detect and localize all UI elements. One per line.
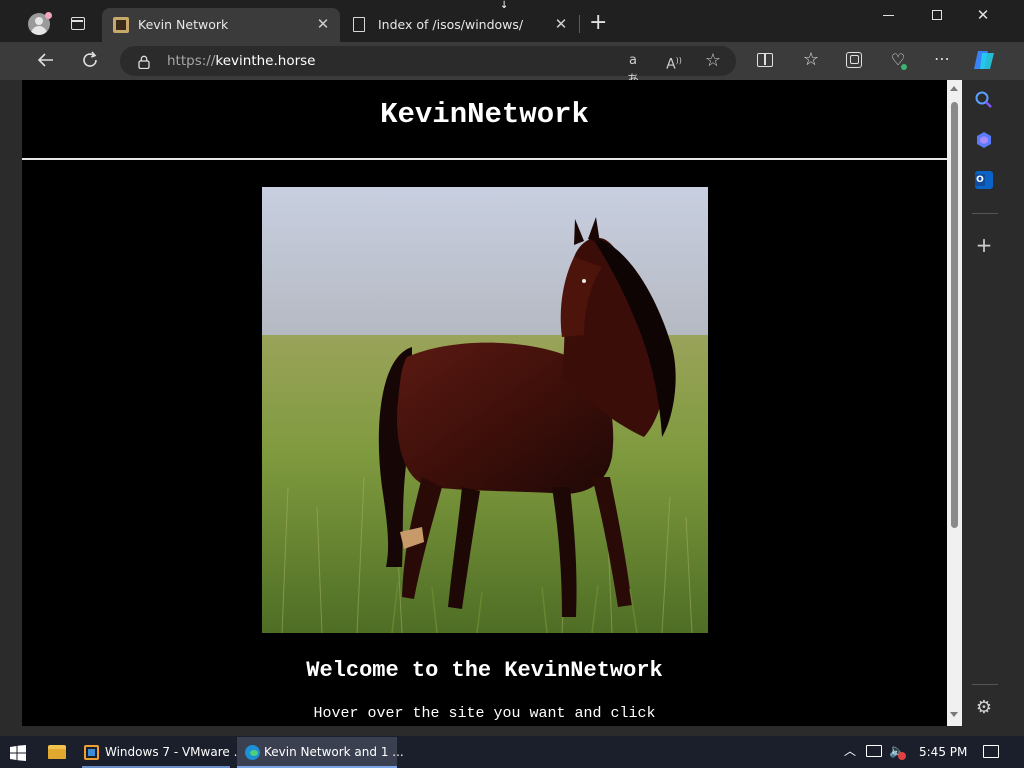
refresh-icon[interactable]	[80, 50, 100, 70]
close-tab-icon[interactable]: ✕	[314, 15, 332, 33]
browser-toolbar: https://kevinthe.horse aあ A)) ☆ ☆ ♡ ⋯	[0, 42, 1024, 88]
chevron-up-icon[interactable]: ︿	[843, 744, 857, 758]
content-bottom-border	[0, 726, 1024, 736]
gear-icon[interactable]: ⚙	[974, 698, 994, 718]
mute-badge	[898, 752, 906, 760]
file-explorer-icon[interactable]	[48, 745, 66, 759]
taskbar-app-label: Windows 7 - VMware ...	[105, 745, 246, 759]
tab-separator	[579, 15, 580, 33]
url-text[interactable]: https://kevinthe.horse	[167, 53, 315, 69]
title-divider	[22, 158, 947, 160]
tab-index-isos[interactable]: Index of /isos/windows/ ✕	[342, 8, 578, 42]
scroll-down-arrow-icon[interactable]	[950, 712, 958, 717]
window-minimize-icon[interactable]	[883, 15, 894, 16]
taskbar-clock[interactable]: 5:45 PM	[919, 745, 967, 759]
edge-icon	[245, 745, 260, 760]
vmware-icon	[84, 745, 99, 760]
profile-notification-dot	[45, 12, 52, 19]
taskbar-app-vmware[interactable]: Windows 7 - VMware ...	[78, 737, 245, 768]
more-icon[interactable]: ⋯	[932, 48, 952, 70]
tab-title: Index of /isos/windows/	[378, 17, 524, 32]
new-tab-plus-icon[interactable]: +	[589, 12, 607, 34]
tab-title: Kevin Network	[138, 17, 229, 32]
plus-icon[interactable]: +	[974, 235, 994, 255]
taskbar-app-edge[interactable]: Kevin Network and 1 ...	[237, 737, 404, 768]
window-close-icon[interactable]: ✕	[976, 6, 990, 24]
scroll-up-arrow-icon[interactable]	[950, 86, 958, 91]
url-host: kevinthe.horse	[215, 53, 316, 69]
vertical-scrollbar[interactable]	[947, 80, 962, 726]
sidebar-divider	[972, 213, 998, 214]
favorites-icon[interactable]: ☆	[800, 49, 822, 71]
windows-taskbar: Windows 7 - VMware ... Kevin Network and…	[0, 736, 1024, 768]
back-arrow-icon[interactable]	[36, 50, 56, 70]
search-icon[interactable]	[974, 90, 994, 110]
close-tab-icon[interactable]: ✕	[552, 15, 570, 33]
split-screen-icon[interactable]	[757, 53, 773, 67]
sidebar-divider	[972, 684, 998, 685]
window-maximize-icon[interactable]	[932, 10, 942, 20]
hover-instructions: Hover over the site you want and click	[313, 705, 656, 722]
address-bar[interactable]: https://kevinthe.horse aあ A)) ☆	[120, 46, 736, 88]
taskbar-app-label: Kevin Network and 1 ...	[264, 745, 404, 759]
scroll-thumb[interactable]	[951, 102, 958, 528]
translate-icon[interactable]: A))	[664, 51, 684, 73]
mouse-cursor: ↓	[500, 0, 509, 11]
collections-icon[interactable]	[846, 52, 862, 68]
edge-sidebar: O + ⚙	[962, 80, 1024, 726]
web-page: KevinNetwork Welcome to the KevinNetwork…	[22, 80, 947, 726]
tab-kevin-network[interactable]: Kevin Network ✕	[102, 8, 340, 42]
notification-center-icon[interactable]	[983, 745, 999, 758]
lock-icon[interactable]	[138, 54, 150, 70]
tab-actions-icon[interactable]	[71, 17, 85, 30]
network-icon[interactable]	[866, 745, 882, 757]
site-favicon-icon	[113, 17, 129, 33]
outlook-icon[interactable]: O	[975, 171, 993, 189]
url-scheme: https://	[167, 53, 216, 69]
performance-badge	[901, 64, 907, 70]
windows-start-icon[interactable]	[10, 745, 26, 761]
tab-strip: Kevin Network ✕ Index of /isos/windows/ …	[0, 0, 1024, 42]
copilot-icon[interactable]	[972, 49, 996, 71]
star-icon[interactable]: ☆	[703, 51, 723, 71]
copilot-sidebar-icon[interactable]	[975, 131, 993, 149]
horse-image	[262, 187, 708, 633]
site-title: KevinNetwork	[380, 98, 589, 131]
content-left-gutter	[0, 80, 22, 726]
read-aloud-icon[interactable]: aあ	[623, 51, 643, 88]
welcome-heading: Welcome to the KevinNetwork	[306, 658, 663, 683]
page-file-icon	[353, 17, 365, 32]
